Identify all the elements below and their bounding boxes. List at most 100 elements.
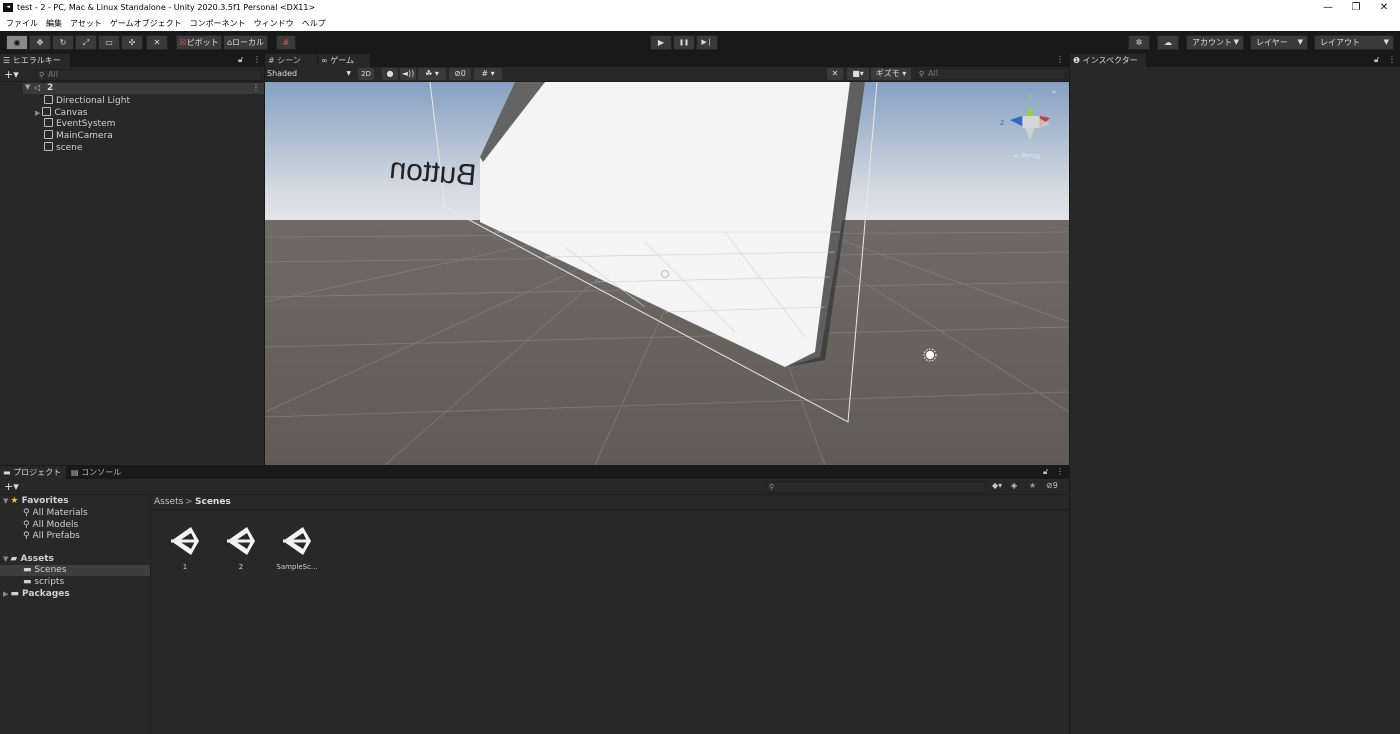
shading-mode-dropdown[interactable]: Shaded ▼ — [267, 68, 353, 80]
kebab-menu-icon[interactable]: ⋮ — [252, 83, 260, 92]
services-button[interactable]: ✲ — [1128, 35, 1150, 50]
expand-arrow-icon[interactable]: ▶ — [35, 109, 40, 117]
hidden-packages-toggle[interactable]: ⊘9 — [1046, 481, 1058, 490]
menu-bar: ファイル 編集 アセット ゲームオブジェクト コンポーネント ウィンドウ ヘルプ — [0, 16, 1400, 31]
packages-folder[interactable]: ▶ ▬ Packages — [3, 589, 70, 599]
kebab-menu-icon[interactable]: ⋮ — [1056, 467, 1064, 476]
layers-dropdown[interactable]: レイヤー ▼ — [1250, 35, 1308, 50]
favorite-all-prefabs[interactable]: ⚲ All Prefabs — [23, 531, 80, 541]
info-icon: ❶ — [1073, 56, 1083, 65]
scene-viewport[interactable]: Button y z * < Persp — [265, 82, 1069, 465]
menu-help[interactable]: ヘルプ — [302, 16, 326, 31]
menu-component[interactable]: コンポーネント — [190, 16, 246, 31]
favorite-all-models[interactable]: ⚲ All Models — [23, 520, 78, 530]
menu-file[interactable]: ファイル — [6, 16, 38, 31]
tab-game[interactable]: ∞ ゲーム — [318, 54, 370, 67]
hidden-count: 0 — [460, 69, 466, 78]
close-button[interactable]: ✕ — [1370, 0, 1398, 16]
expand-arrow-icon[interactable]: ▼ — [25, 83, 30, 91]
custom-tool-button[interactable]: ✕ — [146, 35, 168, 50]
shading-mode-label: Shaded — [267, 69, 298, 78]
pause-button[interactable]: ❚❚ — [673, 35, 695, 50]
camera-dropdown[interactable]: ■▾ — [847, 68, 869, 80]
expand-arrow-icon[interactable]: ▼ — [3, 555, 8, 563]
play-button[interactable]: ▶ — [650, 35, 672, 50]
tab-project[interactable]: ▬ プロジェクト — [0, 466, 66, 479]
item-label: Scenes — [34, 565, 67, 575]
grid-snap-button[interactable]: # — [276, 35, 296, 50]
persp-label[interactable]: < Persp — [1013, 152, 1041, 160]
lighting-toggle[interactable]: ● — [382, 68, 398, 80]
create-add-button[interactable]: +▾ — [4, 68, 19, 81]
account-dropdown[interactable]: アカウント ▼ — [1186, 35, 1244, 50]
gizmo-center-cube[interactable] — [1023, 116, 1039, 128]
menu-edit[interactable]: 編集 — [46, 16, 62, 31]
filter-by-type-icon[interactable]: ◆▾ — [992, 481, 1002, 490]
pivot-toggle[interactable]: ☒ピボット — [176, 35, 222, 50]
kebab-menu-icon[interactable]: ⋮ — [1056, 55, 1064, 64]
2d-toggle[interactable]: 2D — [358, 68, 374, 80]
rotate-tool-button[interactable]: ↻ — [52, 35, 74, 50]
menu-window[interactable]: ウィンドウ — [254, 16, 294, 31]
move-tool-button[interactable]: ✥ — [29, 35, 51, 50]
scene-search-input[interactable]: ⚲ All — [916, 68, 1066, 80]
effects-dropdown[interactable]: ☘ ▾ — [418, 68, 446, 80]
project-panel: ▬ プロジェクト ▤ コンソール 🔓︎ ⋮ +▾ ⚲ ◆▾ ◈ ★ ⊘9 ▼ ★ … — [0, 466, 1069, 734]
gizmos-label: ギズモ — [875, 69, 900, 78]
cloud-button[interactable]: ☁ — [1157, 35, 1179, 50]
hierarchy-search-input[interactable]: ⚲ All — [36, 69, 262, 81]
step-button[interactable]: ▶❘ — [696, 35, 718, 50]
lock-icon[interactable]: 🔓︎ — [1374, 55, 1379, 65]
audio-toggle[interactable]: ◄)) — [400, 68, 416, 80]
kebab-menu-icon[interactable]: ⋮ — [253, 55, 261, 64]
scale-tool-button[interactable]: ⤢ — [75, 35, 97, 50]
favorites-label: Favorites — [21, 496, 69, 506]
restore-button[interactable]: ❐ — [1342, 0, 1370, 16]
scene-asset-samplescene[interactable]: SampleSc... — [269, 521, 325, 571]
assets-folder[interactable]: ▼ ▰ Assets — [3, 554, 54, 564]
rect-tool-button[interactable]: ▭ — [98, 35, 120, 50]
hidden-objects-toggle[interactable]: ⊘0 — [449, 68, 471, 80]
expand-arrow-icon[interactable]: ▶ — [3, 590, 8, 598]
tab-hierarchy[interactable]: ☰ ヒエラルキー — [0, 54, 70, 67]
view-tool-button[interactable]: ◉ — [6, 35, 28, 50]
tab-inspector[interactable]: ❶ インスペクター — [1070, 54, 1146, 67]
lock-icon[interactable]: 🔓︎ — [1043, 467, 1048, 477]
menu-gameobject[interactable]: ゲームオブジェクト — [110, 16, 182, 31]
create-add-button[interactable]: +▾ — [4, 480, 19, 493]
hierarchy-item-maincamera[interactable]: MainCamera — [44, 130, 113, 141]
menu-assets[interactable]: アセット — [70, 16, 102, 31]
hierarchy-tabbar: ☰ ヒエラルキー 🔓︎ ⋮ — [0, 54, 264, 67]
folder-scenes[interactable]: ▬ Scenes — [23, 565, 67, 575]
favorite-all-materials[interactable]: ⚲ All Materials — [23, 508, 88, 518]
tab-console[interactable]: ▤ コンソール — [68, 466, 128, 479]
scene-asset-2[interactable]: 2 — [213, 521, 269, 571]
gizmo-lock-icon[interactable]: * — [1052, 89, 1056, 98]
minimize-button[interactable]: — — [1314, 0, 1342, 16]
hierarchy-item-scene[interactable]: scene — [44, 142, 82, 153]
grid-dropdown[interactable]: # ▾ — [474, 68, 502, 80]
star-icon[interactable]: ★ — [1029, 481, 1036, 490]
favorites-header[interactable]: ▼ ★ Favorites — [3, 496, 69, 506]
breadcrumb-scenes[interactable]: Scenes — [195, 497, 231, 507]
layout-dropdown[interactable]: レイアウト ▼ — [1314, 35, 1394, 50]
transform-tool-button[interactable]: ✣ — [121, 35, 143, 50]
gizmos-dropdown[interactable]: ギズモ ▾ — [871, 68, 911, 80]
folder-scripts[interactable]: ▬ scripts — [23, 577, 64, 587]
local-toggle[interactable]: ⌂ローカル — [223, 35, 268, 50]
hierarchy-item-eventsystem[interactable]: EventSystem — [44, 118, 115, 129]
project-search-input[interactable]: ⚲ — [766, 481, 986, 493]
kebab-menu-icon[interactable]: ⋮ — [1388, 55, 1396, 64]
filter-by-label-icon[interactable]: ◈ — [1011, 481, 1017, 490]
gameobject-cube-icon — [44, 142, 53, 151]
lock-icon[interactable]: 🔓︎ — [238, 55, 243, 65]
hierarchy-item-canvas[interactable]: ▶ Canvas — [35, 107, 87, 118]
hierarchy-item-directional-light[interactable]: Directional Light — [44, 95, 130, 106]
expand-arrow-icon[interactable]: ▼ — [3, 497, 8, 505]
breadcrumb-assets[interactable]: Assets — [154, 497, 183, 507]
scene-asset-1[interactable]: 1 — [157, 521, 213, 571]
tab-scene[interactable]: # シーン — [265, 54, 317, 67]
scene-tools-button[interactable]: ✕ — [827, 68, 843, 80]
scene-header-row[interactable]: ▼ ◁ 2 ⋮ — [23, 83, 264, 94]
scene-render[interactable]: Button y z * < Persp — [265, 82, 1069, 465]
